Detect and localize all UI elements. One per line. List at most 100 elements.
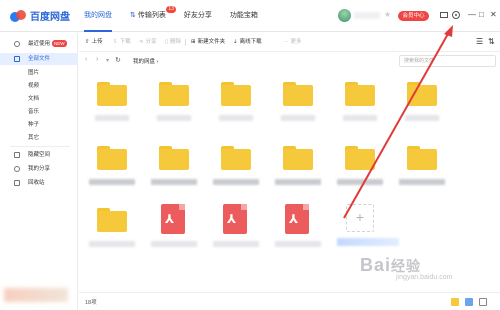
folder-icon [283,82,313,106]
folder-icon [159,146,189,170]
folder-tile[interactable] [89,138,135,200]
star-icon[interactable]: ★ [384,10,391,19]
main-nav: 我的网盘 ⇅ 传输列表 13 好友分享 功能宝箱 [84,0,276,32]
transfer-count-badge: 13 [166,6,176,13]
folder-tile[interactable] [151,138,197,200]
delete-button[interactable]: ▯ 删除 [165,38,181,47]
breadcrumb[interactable]: 我的网盘 › [133,57,158,65]
sort-icon[interactable]: ⇅ [488,37,495,46]
file-toolbar: ⇧ 上传 ⇩ 下载 ⋖ 分享 ▯ 删除 ⊞ 新建文件夹 ⇣ 离线下载 ⋯ 更多 ☰ ⇅ [79,33,500,52]
toolbar-divider [185,39,186,46]
grid-view-icon[interactable] [465,298,473,306]
nav-friend-share-label: 好友分享 [183,12,212,19]
file-name-redacted [343,115,377,121]
list-view-icon[interactable]: ☰ [476,37,483,46]
mail-icon[interactable] [440,12,448,18]
history-dropdown-icon[interactable]: ▾ [106,57,109,64]
file-name-redacted [275,179,321,185]
maximize-icon[interactable]: □ [479,10,484,19]
pdf-icon: ⅄ [223,204,247,234]
sidebar-item-label: 视频 [28,83,40,89]
folder-icon [14,56,20,62]
file-name-redacted [89,241,135,247]
upload-button[interactable]: ⇧ 上传 [85,38,103,47]
folder-tile[interactable] [89,200,135,262]
folder-tile[interactable] [275,74,321,136]
back-icon[interactable]: ‹ [85,56,87,63]
add-upload-tile[interactable]: + [346,204,374,232]
forward-icon[interactable]: › [96,56,98,63]
new-folder-button[interactable]: ⊞ 新建文件夹 [191,38,225,47]
more-button[interactable]: ⋯ 更多 [283,38,302,47]
file-name-redacted [399,179,445,185]
sidebar-item-label: 回收站 [28,180,45,186]
trash-icon: ▯ [165,39,169,45]
delete-label: 删除 [170,39,182,45]
folder-tile[interactable] [213,138,259,200]
nav-my-disk[interactable]: 我的网盘 [84,0,112,32]
folder-tile[interactable] [337,138,383,200]
folder-icon [159,82,189,106]
sidebar-item-label: 其它 [28,135,40,141]
file-name-redacted [219,115,253,121]
app-logo: 百度网盘 [10,8,70,23]
folder-tile[interactable] [213,74,259,136]
sidebar-item-label: 全部文件 [28,56,51,62]
sidebar-item-my-shares[interactable]: 我的分享 [0,163,78,175]
thumbnail-view-icon[interactable] [451,298,459,306]
item-count: 18项 [85,300,97,306]
folder-icon [345,146,375,170]
sidebar-item-all-files[interactable]: 全部文件 [0,53,78,65]
folder-icon [97,146,127,170]
pdf-file-tile[interactable]: ⅄ [151,200,197,262]
sidebar-item-label: 音乐 [28,109,40,115]
folder-icon [221,82,251,106]
refresh-icon[interactable]: ↻ [115,56,121,64]
file-name-redacted [213,179,259,185]
vip-center-button[interactable]: 会员中心 [398,11,429,21]
sidebar-item-hidden-space[interactable]: 隐藏空间 [0,149,78,161]
sidebar-item-videos[interactable]: 视频 [0,80,78,92]
sidebar-item-recent[interactable]: 最近使用 NEW [0,38,78,50]
gear-icon[interactable] [452,11,460,19]
sidebar-item-torrents[interactable]: 种子 [0,119,78,131]
folder-tile[interactable] [89,74,135,136]
watermark-brand-tail: 经验 [391,258,422,274]
folder-icon [345,82,375,106]
file-name-redacted [281,115,315,121]
sidebar-item-other[interactable]: 其它 [0,132,78,144]
address-bar: ‹ › ▾ ↻ 我的网盘 › 搜索我的文件 [79,53,500,69]
folder-tile[interactable] [275,138,321,200]
new-folder-icon: ⊞ [191,39,196,45]
download-button[interactable]: ⇩ 下载 [113,38,131,47]
search-input[interactable]: 搜索我的文件 [399,55,496,67]
sidebar-item-images[interactable]: 图片 [0,67,78,79]
pdf-file-tile[interactable]: ⅄ [275,200,321,262]
folder-tile[interactable] [337,74,383,136]
folder-icon [407,82,437,106]
sidebar-item-music[interactable]: 音乐 [0,106,78,118]
folder-tile[interactable] [399,138,445,200]
upload-label: 上传 [91,39,103,45]
minimize-icon[interactable]: — [468,10,476,19]
folder-tile[interactable] [399,74,445,136]
nav-toolbox[interactable]: 功能宝箱 [230,0,258,32]
share-button[interactable]: ⋖ 分享 [139,38,157,47]
avatar[interactable] [338,9,351,22]
list-mode-icon[interactable] [479,298,487,306]
baidu-jingyan-watermark: Bai经验 jingyan.baidu.com [360,255,452,281]
storage-banner-redacted [4,288,68,302]
pdf-file-tile[interactable]: ⅄ [213,200,259,262]
trash-icon [14,180,20,186]
nav-transfer-list[interactable]: ⇅ 传输列表 13 [130,0,176,32]
offline-download-button[interactable]: ⇣ 离线下载 [233,38,262,47]
top-bar: 百度网盘 我的网盘 ⇅ 传输列表 13 好友分享 功能宝箱 ★ 会员中心 — □ … [0,0,500,32]
sidebar-item-recycle-bin[interactable]: 回收站 [0,177,78,189]
cloud-logo-icon [10,9,26,23]
folder-tile[interactable] [151,74,197,136]
sidebar-item-label: 文档 [28,96,40,102]
folder-icon [407,146,437,170]
nav-friend-share[interactable]: 好友分享 [184,0,212,32]
sidebar-item-docs[interactable]: 文档 [0,93,78,105]
close-icon[interactable]: ✕ [490,10,497,19]
